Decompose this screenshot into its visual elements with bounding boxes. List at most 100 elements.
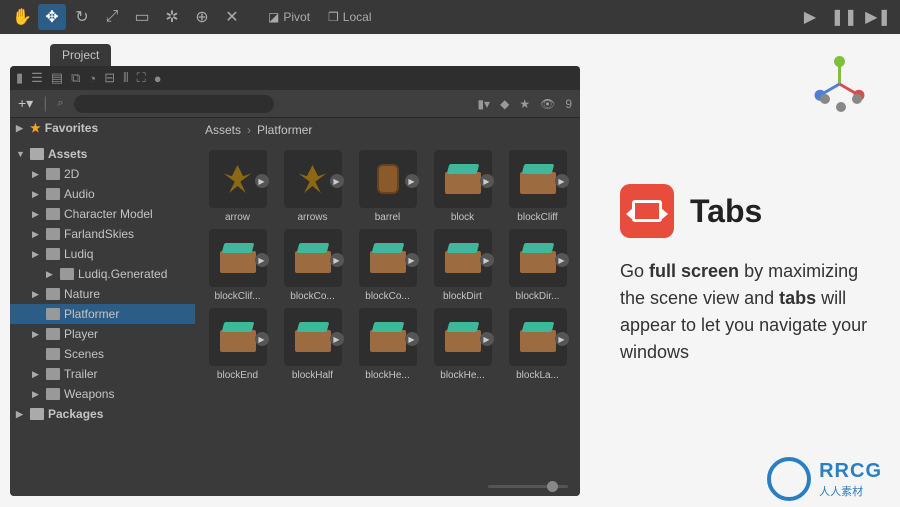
folder-player[interactable]: ▶Player bbox=[10, 324, 195, 344]
favorites-item[interactable]: ▶★Favorites bbox=[10, 118, 195, 138]
filter-icon[interactable]: ▮▾ bbox=[477, 97, 490, 111]
folder-platformer[interactable]: Platformer bbox=[10, 304, 195, 324]
local-toggle[interactable]: ❒ Local bbox=[320, 10, 379, 24]
asset-label: blockCo... bbox=[290, 291, 334, 302]
pause-button[interactable]: ❚❚ bbox=[830, 4, 858, 30]
folder-icon bbox=[46, 328, 60, 340]
tab-game-icon[interactable]: ⧉ bbox=[71, 70, 80, 86]
play-button[interactable]: ▶ bbox=[796, 4, 824, 30]
asset-item[interactable]: ▶ blockCo... bbox=[278, 229, 347, 302]
scale-tool-button[interactable]: ⤢ bbox=[98, 4, 126, 30]
packages-folder[interactable]: ▶Packages bbox=[10, 404, 195, 424]
pivot-label: Pivot bbox=[283, 10, 310, 24]
asset-item[interactable]: ▶ arrows bbox=[278, 150, 347, 223]
play-icon[interactable]: ▶ bbox=[480, 174, 494, 188]
folder-2d[interactable]: ▶2D bbox=[10, 164, 195, 184]
breadcrumb-platformer[interactable]: Platformer bbox=[257, 123, 312, 137]
asset-item[interactable]: ▶ blockCo... bbox=[353, 229, 422, 302]
play-icon[interactable]: ▶ bbox=[480, 332, 494, 346]
pivot-icon: ◪ bbox=[268, 10, 279, 24]
star-filter-icon[interactable]: ★ bbox=[519, 97, 530, 111]
local-label: Local bbox=[343, 10, 372, 24]
folder-scenes[interactable]: Scenes bbox=[10, 344, 195, 364]
folder-icon bbox=[46, 368, 60, 380]
play-icon[interactable]: ▶ bbox=[555, 332, 569, 346]
asset-item[interactable]: ▶ blockLa... bbox=[503, 308, 572, 381]
move-tool-button[interactable]: ✥ bbox=[38, 4, 66, 30]
play-icon[interactable]: ▶ bbox=[405, 253, 419, 267]
play-icon[interactable]: ▶ bbox=[330, 332, 344, 346]
globe-tool-button[interactable]: ⊕ bbox=[188, 4, 216, 30]
asset-label: arrow bbox=[225, 212, 250, 223]
play-icon[interactable]: ▶ bbox=[405, 332, 419, 346]
tab-light-icon[interactable]: ● bbox=[154, 71, 162, 86]
asset-item[interactable]: ▶blockHe... bbox=[353, 308, 422, 381]
play-icon[interactable]: ▶ bbox=[405, 174, 419, 188]
tab-frame-icon[interactable]: ⊟ bbox=[104, 70, 115, 86]
scene-gizmo[interactable] bbox=[810, 54, 870, 114]
tab-sliders-icon[interactable]: ⫴ bbox=[123, 70, 128, 86]
hidden-toggle[interactable]: 👁 bbox=[540, 97, 555, 111]
main-toolbar: ✋ ✥ ↻ ⤢ ▭ ✲ ⊕ ✕ ◪ Pivot ❒ Local ▶ ❚❚ ▶❚ bbox=[0, 0, 900, 34]
asset-label: block bbox=[451, 212, 474, 223]
add-button[interactable]: +▾ bbox=[18, 95, 33, 112]
custom-tool-button[interactable]: ✕ bbox=[218, 4, 246, 30]
breadcrumb-assets[interactable]: Assets bbox=[205, 123, 241, 137]
project-tab[interactable]: Project bbox=[50, 44, 111, 66]
folder-weapons[interactable]: ▶Weapons bbox=[10, 384, 195, 404]
play-icon[interactable]: ▶ bbox=[555, 174, 569, 188]
asset-item[interactable]: ▶blockClif... bbox=[203, 229, 272, 302]
asset-item[interactable]: ▶blockHe... bbox=[428, 308, 497, 381]
asset-label: blockLa... bbox=[516, 370, 559, 381]
asset-item[interactable]: ▶blockEnd bbox=[203, 308, 272, 381]
asset-label: blockCo... bbox=[365, 291, 409, 302]
asset-label: barrel bbox=[375, 212, 401, 223]
rect-tool-button[interactable]: ▭ bbox=[128, 4, 156, 30]
watermark-sub: 人人素材 bbox=[819, 483, 882, 499]
tag-icon[interactable]: ◆ bbox=[500, 97, 509, 111]
search-input[interactable] bbox=[74, 95, 274, 113]
folder-ludiq[interactable]: ▶Ludiq bbox=[10, 244, 195, 264]
feature-title: Tabs bbox=[690, 193, 762, 230]
play-icon[interactable]: ▶ bbox=[255, 253, 269, 267]
asset-item[interactable]: ▶blockDirt bbox=[428, 229, 497, 302]
folder-farlandskies[interactable]: ▶FarlandSkies bbox=[10, 224, 195, 244]
pivot-toggle[interactable]: ◪ Pivot bbox=[260, 10, 318, 24]
transform-tool-button[interactable]: ✲ bbox=[158, 4, 186, 30]
folder-character[interactable]: ▶Character Model bbox=[10, 204, 195, 224]
tab-list-icon[interactable]: ☰ bbox=[31, 70, 43, 86]
asset-item[interactable]: ▶blockCliff bbox=[503, 150, 572, 223]
asset-item[interactable]: ▶blockDir... bbox=[503, 229, 572, 302]
play-icon[interactable]: ▶ bbox=[255, 332, 269, 346]
assets-folder[interactable]: ▼Assets bbox=[10, 144, 195, 164]
hidden-count: 9 bbox=[565, 97, 572, 111]
folder-ludiq-generated[interactable]: ▶Ludiq.Generated bbox=[10, 264, 195, 284]
tab-expand-icon[interactable]: ⛶ bbox=[137, 70, 146, 86]
thumbnail-size-slider[interactable] bbox=[195, 476, 580, 496]
asset-label: arrows bbox=[297, 212, 327, 223]
hand-tool-button[interactable]: ✋ bbox=[8, 4, 36, 30]
folder-nature[interactable]: ▶Nature bbox=[10, 284, 195, 304]
folder-icon bbox=[46, 288, 60, 300]
folder-icon bbox=[46, 348, 60, 360]
tab-stats-icon[interactable]: ◔ bbox=[88, 71, 96, 86]
folder-audio[interactable]: ▶Audio bbox=[10, 184, 195, 204]
tabs-feature-icon bbox=[620, 184, 674, 238]
tab-doc-icon[interactable]: ▤ bbox=[51, 70, 63, 86]
asset-item[interactable]: ▶blockHalf bbox=[278, 308, 347, 381]
breadcrumb: Assets › Platformer bbox=[195, 118, 580, 142]
folder-trailer[interactable]: ▶Trailer bbox=[10, 364, 195, 384]
play-icon[interactable]: ▶ bbox=[255, 174, 269, 188]
step-button[interactable]: ▶❚ bbox=[864, 4, 892, 30]
play-icon[interactable]: ▶ bbox=[480, 253, 494, 267]
rotate-tool-button[interactable]: ↻ bbox=[68, 4, 96, 30]
play-icon[interactable]: ▶ bbox=[555, 253, 569, 267]
asset-item[interactable]: ▶ barrel bbox=[353, 150, 422, 223]
project-panel: ▮ ☰ ▤ ⧉ ◔ ⊟ ⫴ ⛶ ● +▾ | ⌕ ▮▾ ◆ ★ 👁 bbox=[10, 66, 580, 496]
play-icon[interactable]: ▶ bbox=[330, 253, 344, 267]
folder-icon bbox=[46, 228, 60, 240]
play-icon[interactable]: ▶ bbox=[330, 174, 344, 188]
tab-folder-icon[interactable]: ▮ bbox=[16, 70, 23, 86]
asset-item[interactable]: ▶ block bbox=[428, 150, 497, 223]
asset-item[interactable]: ▶ arrow bbox=[203, 150, 272, 223]
